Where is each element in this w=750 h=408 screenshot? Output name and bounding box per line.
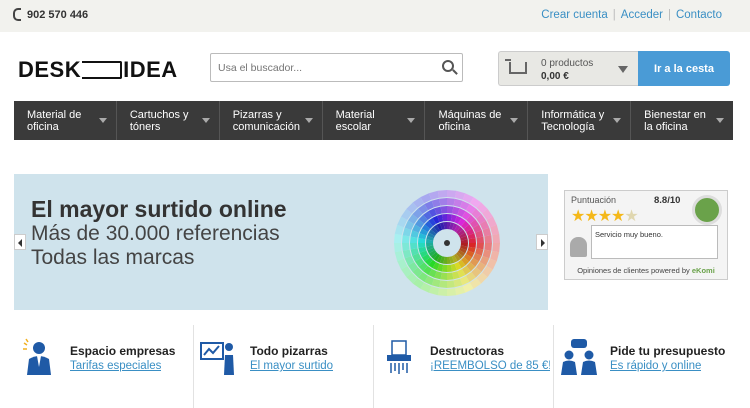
feature-link[interactable]: El mayor surtido [250, 360, 333, 372]
account-links: Crear cuenta | Acceder | Contacto [541, 9, 722, 21]
color-swatch [447, 190, 457, 198]
feature-link[interactable]: ¡REEMBOLSO de 85 €! [430, 360, 550, 372]
nav-item-cartuchos[interactable]: Cartuchos y tóners [117, 101, 220, 140]
rating-stars: ★★★★★ [571, 208, 639, 225]
ekomi-rating-widget[interactable]: Puntuación 8.8/10 ★★★★★ Servicio muy bue… [564, 190, 728, 280]
caret-down-icon [510, 118, 519, 123]
phone-icon [13, 8, 21, 21]
color-swatch [394, 233, 402, 243]
rating-label: Puntuación [571, 195, 617, 205]
login-link[interactable]: Acceder [621, 9, 663, 21]
link-separator: | [667, 9, 671, 21]
banner-next-button[interactable] [536, 234, 548, 250]
top-bar: 902 570 446 Crear cuenta | Acceder | Con… [0, 0, 750, 32]
caret-down-icon [716, 118, 725, 123]
cart-total: 0,00 € [541, 71, 569, 82]
color-swatch [484, 243, 492, 251]
create-account-link[interactable]: Crear cuenta [541, 9, 607, 21]
paper-shredder-icon [387, 340, 411, 374]
nav-item-informatica[interactable]: Informática y Tecnología [528, 101, 632, 140]
logo-text-right: IDEA [123, 57, 178, 82]
color-swatch [492, 243, 500, 253]
arrow-left-icon [18, 239, 22, 247]
main-navigation: Material de oficina Cartuchos y tóners P… [14, 101, 733, 140]
color-swatch [437, 190, 447, 198]
arrow-right-icon [541, 239, 545, 247]
cart-icon [505, 59, 527, 74]
feature-link[interactable]: Es rápido y online [610, 360, 701, 372]
color-swatch [447, 288, 457, 296]
color-swatch [402, 243, 410, 251]
color-swatch [439, 198, 447, 206]
fan-pivot [444, 240, 450, 246]
color-swatch [447, 280, 455, 288]
feature-link[interactable]: Tarifas especiales [70, 360, 161, 372]
phone-number: 902 570 446 [13, 8, 88, 21]
feature-whiteboards[interactable]: Todo pizarras El mayor surtido [193, 325, 373, 408]
cart-product-count: 0 productos [541, 58, 594, 69]
color-fan-icon [394, 190, 500, 296]
review-quote: Servicio muy bueno. [591, 225, 718, 259]
nav-item-maquinas[interactable]: Máquinas de oficina [425, 101, 529, 140]
search-icon[interactable] [442, 60, 454, 72]
color-swatch [437, 288, 447, 296]
banner-subline-2: Todas las marcas [31, 246, 195, 269]
logo-mark [82, 61, 123, 79]
chevron-down-icon[interactable] [618, 66, 628, 73]
banner-prev-button[interactable] [14, 234, 26, 250]
caret-down-icon [304, 118, 313, 123]
seal-icon [692, 195, 722, 225]
rating-score: 8.8/10 [654, 195, 681, 206]
feature-title: Destructoras [430, 344, 505, 358]
cart-text: 0 productos 0,00 € [541, 57, 593, 83]
feature-title: Pide tu presupuesto [610, 344, 726, 358]
link-separator: | [612, 9, 616, 21]
feature-business[interactable]: Espacio empresas Tarifas especiales [14, 325, 193, 408]
banner-subline-1: Más de 30.000 referencias [31, 222, 280, 245]
caret-down-icon [98, 118, 107, 123]
whiteboard-presenter-icon [200, 342, 234, 375]
business-person-icon [23, 338, 51, 375]
color-swatch [492, 233, 500, 243]
phone-text: 902 570 446 [27, 8, 89, 21]
caret-down-icon [613, 118, 622, 123]
people-chat-icon [561, 339, 597, 375]
search-input[interactable] [211, 54, 421, 81]
color-swatch [484, 235, 492, 243]
color-swatch [447, 198, 455, 206]
logo-text-left: DESK [18, 57, 82, 82]
footer-brand: eKomi [691, 266, 715, 275]
rating-footer: Opiniones de clientes powered by eKomi [565, 266, 727, 275]
nav-item-material-escolar[interactable]: Material escolar [323, 101, 426, 140]
avatar-icon [570, 237, 587, 257]
footer-prefix: Opiniones de clientes powered by [577, 266, 690, 275]
hero-banner[interactable]: El mayor surtido online Más de 30.000 re… [14, 174, 548, 310]
color-swatch [439, 280, 447, 288]
caret-down-icon [201, 118, 210, 123]
feature-shredders[interactable]: Destructoras ¡REEMBOLSO de 85 €! [373, 325, 553, 408]
banner-headline: El mayor surtido online [31, 196, 287, 222]
site-logo[interactable]: DESK IDEA [18, 57, 178, 83]
feature-title: Todo pizarras [250, 344, 328, 358]
contact-link[interactable]: Contacto [676, 9, 722, 21]
go-to-basket-button[interactable]: Ir a la cesta [638, 51, 730, 86]
nav-item-pizarras[interactable]: Pizarras y comunicación [220, 101, 323, 140]
color-swatch [402, 235, 410, 243]
feature-title: Espacio empresas [70, 344, 176, 358]
search-box [210, 53, 463, 82]
color-swatch [394, 243, 402, 253]
cart-summary[interactable]: 0 productos 0,00 € [498, 51, 638, 86]
feature-strip: Espacio empresas Tarifas especiales Todo… [14, 325, 733, 408]
nav-item-material-oficina[interactable]: Material de oficina [14, 101, 117, 140]
feature-quote[interactable]: Pide tu presupuesto Es rápido y online [553, 325, 733, 408]
nav-item-bienestar[interactable]: Bienestar en la oficina [631, 101, 733, 140]
caret-down-icon [407, 118, 416, 123]
